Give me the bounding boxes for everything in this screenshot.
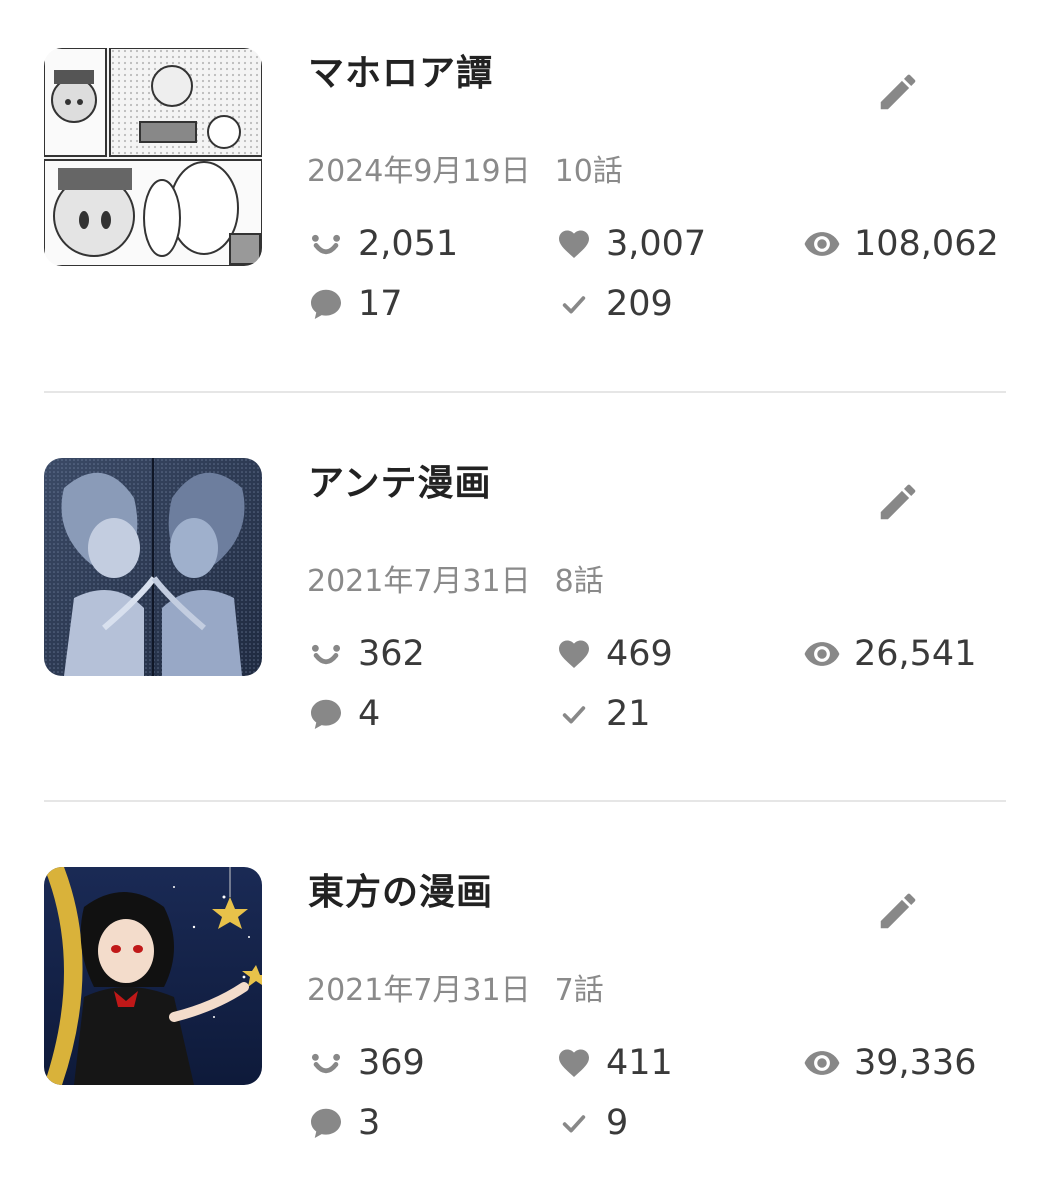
smile-icon xyxy=(306,224,346,264)
check-count: 9 xyxy=(554,1103,628,1143)
eye-icon xyxy=(802,224,842,264)
eye-icon xyxy=(802,1043,842,1083)
comment-count: 17 xyxy=(306,284,403,324)
episode-count: 10話 xyxy=(554,154,623,189)
series-meta: 2021年7月31日 7話 xyxy=(307,965,604,1009)
comment-bubble-icon xyxy=(306,284,346,324)
smile-count: 362 xyxy=(306,634,425,674)
smile-value: 369 xyxy=(358,1043,425,1083)
view-value: 108,062 xyxy=(854,224,999,264)
view-value: 26,541 xyxy=(854,634,977,674)
check-value: 9 xyxy=(606,1103,629,1143)
view-count: 26,541 xyxy=(802,634,976,674)
manga-panel-thumbnail-icon xyxy=(44,48,262,266)
heart-icon xyxy=(554,1043,594,1083)
series-title[interactable]: マホロア譚 xyxy=(308,44,493,96)
smile-icon xyxy=(306,634,346,674)
series-thumbnail[interactable] xyxy=(44,458,262,676)
series-title[interactable]: アンテ漫画 xyxy=(308,454,492,506)
updated-date: 2021年7月31日 xyxy=(307,973,531,1008)
comment-bubble-icon xyxy=(306,1103,346,1143)
check-count: 209 xyxy=(554,284,673,324)
night-sky-girl-thumbnail-icon xyxy=(44,867,262,1085)
mirror-illustration-thumbnail-icon xyxy=(44,458,262,676)
check-icon xyxy=(554,284,594,324)
series-item[interactable]: 東方の漫画 2021年7月31日 7話 369 411 39,336 3 9 xyxy=(0,819,1050,1143)
view-value: 39,336 xyxy=(854,1043,977,1083)
like-value: 469 xyxy=(606,634,673,674)
smile-count: 369 xyxy=(306,1043,425,1083)
series-title[interactable]: 東方の漫画 xyxy=(308,863,493,915)
heart-icon xyxy=(554,224,594,264)
pencil-icon xyxy=(880,893,916,929)
smile-value: 362 xyxy=(358,634,425,674)
comment-value: 3 xyxy=(358,1103,381,1143)
episode-count: 7話 xyxy=(554,973,604,1008)
edit-button[interactable] xyxy=(868,472,928,532)
check-icon xyxy=(554,1103,594,1143)
divider xyxy=(44,391,1006,393)
divider xyxy=(44,800,1006,802)
series-item[interactable]: アンテ漫画 2021年7月31日 8話 362 469 26,541 4 21 xyxy=(0,410,1050,734)
check-count: 21 xyxy=(554,694,651,734)
comment-bubble-icon xyxy=(306,694,346,734)
comment-value: 4 xyxy=(358,694,381,734)
smile-value: 2,051 xyxy=(358,224,459,264)
like-value: 411 xyxy=(606,1043,673,1083)
series-meta: 2021年7月31日 8話 xyxy=(307,556,604,600)
like-value: 3,007 xyxy=(606,224,707,264)
updated-date: 2024年9月19日 xyxy=(307,154,531,189)
comment-count: 4 xyxy=(306,694,380,734)
pencil-icon xyxy=(880,74,916,110)
like-count: 469 xyxy=(554,634,673,674)
episode-count: 8話 xyxy=(554,564,604,599)
view-count: 39,336 xyxy=(802,1043,976,1083)
heart-icon xyxy=(554,634,594,674)
pencil-icon xyxy=(880,484,916,520)
check-icon xyxy=(554,694,594,734)
series-meta: 2024年9月19日 10話 xyxy=(307,146,623,190)
series-thumbnail[interactable] xyxy=(44,48,262,266)
edit-button[interactable] xyxy=(868,62,928,122)
like-count: 3,007 xyxy=(554,224,706,264)
edit-button[interactable] xyxy=(868,881,928,941)
series-thumbnail[interactable] xyxy=(44,867,262,1085)
updated-date: 2021年7月31日 xyxy=(307,564,531,599)
smile-count: 2,051 xyxy=(306,224,458,264)
comment-value: 17 xyxy=(358,284,403,324)
eye-icon xyxy=(802,634,842,674)
comment-count: 3 xyxy=(306,1103,380,1143)
view-count: 108,062 xyxy=(802,224,999,264)
series-item[interactable]: マホロア譚 2024年9月19日 10話 2,051 3,007 108,062 … xyxy=(0,0,1050,324)
check-value: 209 xyxy=(606,284,673,324)
check-value: 21 xyxy=(606,694,651,734)
smile-icon xyxy=(306,1043,346,1083)
like-count: 411 xyxy=(554,1043,673,1083)
